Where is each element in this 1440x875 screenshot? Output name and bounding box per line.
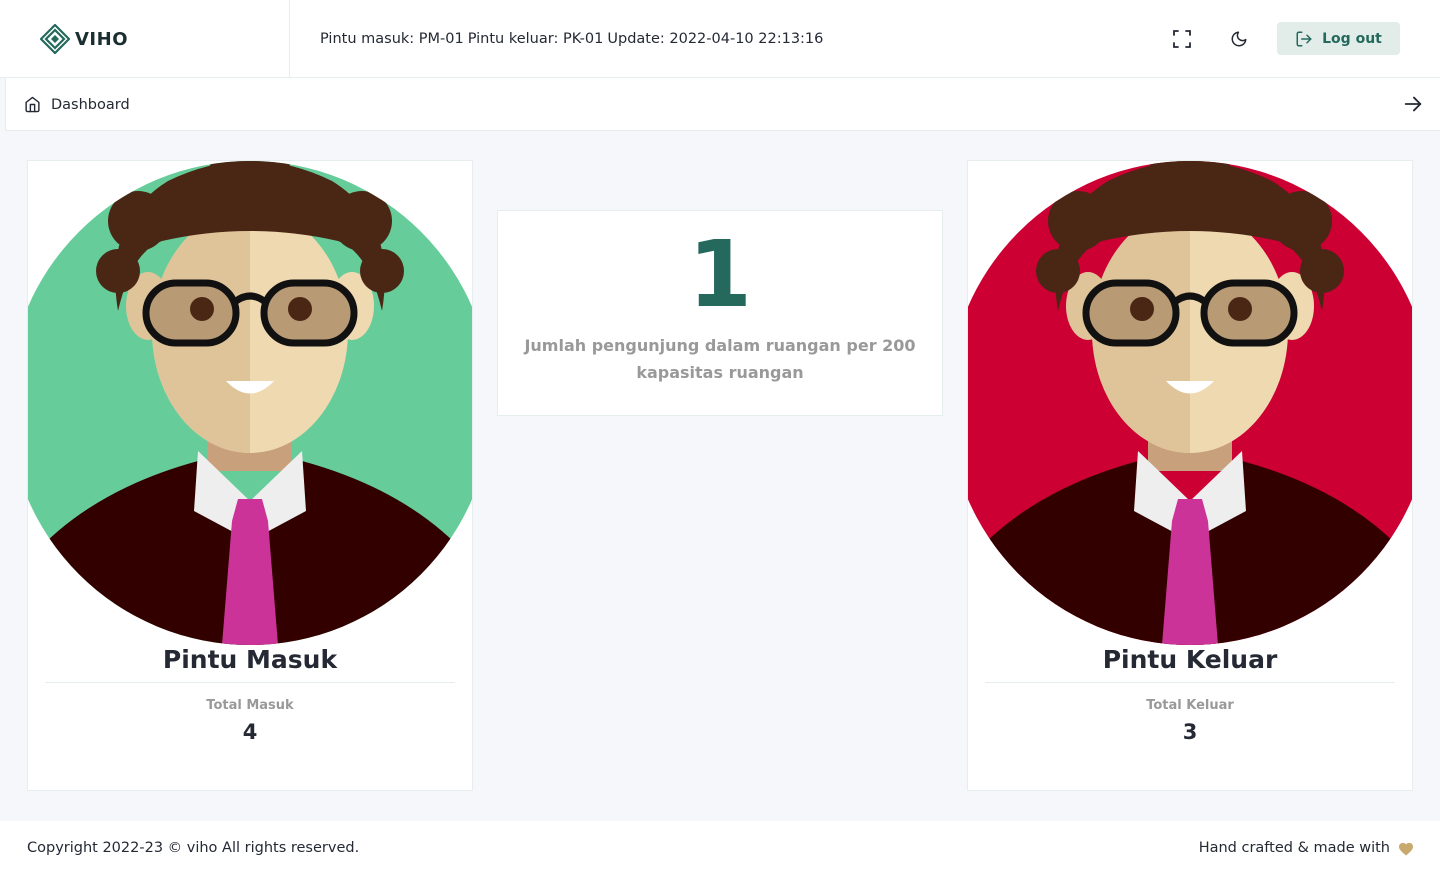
total-label: Total Masuk (206, 698, 294, 713)
crafted-text: Hand crafted & made with (1198, 840, 1390, 856)
total-label: Total Keluar (1146, 698, 1234, 713)
breadcrumb-label: Dashboard (51, 96, 130, 113)
person-avatar-icon (28, 161, 472, 645)
card-title: Pintu Masuk (162, 645, 338, 674)
exit-gate-status: Pintu keluar: PK-01 (467, 31, 604, 47)
entry-gate-card: Pintu Masuk Total Masuk 4 (27, 160, 473, 791)
entry-gate-status: Pintu masuk: PM-01 (320, 31, 464, 47)
viho-logo-icon (40, 24, 70, 54)
log-out-icon (1296, 31, 1312, 46)
home-icon (25, 96, 40, 113)
copyright-text: Copyright 2022-23 © viho All rights rese… (27, 840, 360, 856)
person-avatar-icon (968, 161, 1412, 645)
breadcrumb-dashboard[interactable]: Dashboard (24, 78, 130, 131)
divider (985, 682, 1395, 683)
maximize-icon[interactable] (1170, 27, 1194, 51)
update-timestamp: Update: 2022-04-10 22:13:16 (607, 31, 824, 47)
exit-gate-card: Pintu Keluar Total Keluar 3 (967, 160, 1413, 791)
gate-status: Pintu masuk: PM-01 Pintu keluar: PK-01 U… (320, 0, 823, 78)
top-header: VIHO Pintu masuk: PM-01 Pintu keluar: PK… (0, 0, 1440, 78)
occupancy-description: Jumlah pengunjung dalam ruangan per 200 … (524, 336, 916, 382)
total-count: 4 (242, 720, 258, 744)
moon-icon[interactable] (1227, 27, 1251, 51)
card-title: Pintu Keluar (1102, 645, 1278, 674)
logout-label: Log out (1322, 30, 1382, 47)
crafted-note: Hand crafted & made with (1199, 821, 1414, 875)
occupancy-count: 1 (687, 221, 752, 328)
total-count: 3 (1182, 720, 1198, 744)
breadcrumb: Dashboard (5, 78, 1440, 131)
brand-name: VIHO (75, 28, 128, 50)
logo[interactable]: VIHO (0, 0, 290, 78)
divider (45, 682, 455, 683)
footer: Copyright 2022-23 © viho All rights rese… (0, 821, 1440, 875)
logout-button[interactable]: Log out (1277, 22, 1400, 55)
heart-icon (1399, 842, 1413, 855)
occupancy-card: 1 Jumlah pengunjung dalam ruangan per 20… (497, 210, 943, 416)
arrow-right-icon[interactable] (1402, 93, 1424, 115)
